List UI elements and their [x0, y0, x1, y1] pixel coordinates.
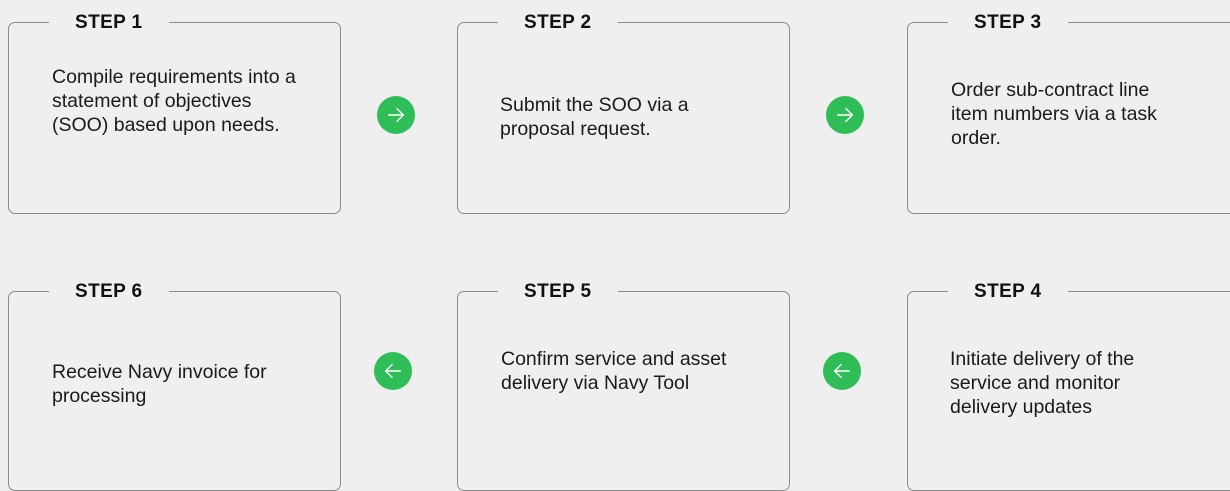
step-5-description: Confirm service and asset delivery via N… [501, 348, 727, 394]
step-6-box: STEP 6 Receive Navy invoice for processi… [8, 281, 341, 491]
step-4-description: Initiate delivery of the service and mon… [950, 348, 1135, 418]
step-6-description: Receive Navy invoice for processing [52, 361, 267, 407]
arrow-step-2-to-3 [826, 96, 864, 134]
arrow-step-4-to-5 [823, 352, 861, 390]
step-4-label: STEP 4 [948, 281, 1068, 303]
step-1-box: STEP 1 Compile requirements into a state… [8, 12, 341, 214]
step-1-label: STEP 1 [49, 12, 169, 34]
step-2-description: Submit the SOO via a proposal request. [500, 94, 689, 140]
step-2-box: STEP 2 Submit the SOO via a proposal req… [457, 12, 790, 214]
arrow-left-icon [384, 363, 402, 379]
step-5-box: STEP 5 Confirm service and asset deliver… [457, 281, 790, 491]
step-2-label: STEP 2 [498, 12, 618, 34]
step-4-box: STEP 4 Initiate delivery of the service … [907, 281, 1230, 491]
arrow-step-5-to-6 [374, 352, 412, 390]
step-3-box: STEP 3 Order sub-contract line item numb… [907, 12, 1230, 214]
step-3-label: STEP 3 [948, 12, 1068, 34]
step-3-description: Order sub-contract line item numbers via… [951, 79, 1157, 149]
arrow-right-icon [836, 107, 854, 123]
arrow-left-icon [833, 363, 851, 379]
arrow-right-icon [387, 107, 405, 123]
step-1-description: Compile requirements into a statement of… [52, 66, 296, 136]
step-5-label: STEP 5 [498, 281, 618, 303]
arrow-step-1-to-2 [377, 96, 415, 134]
step-6-label: STEP 6 [49, 281, 169, 303]
